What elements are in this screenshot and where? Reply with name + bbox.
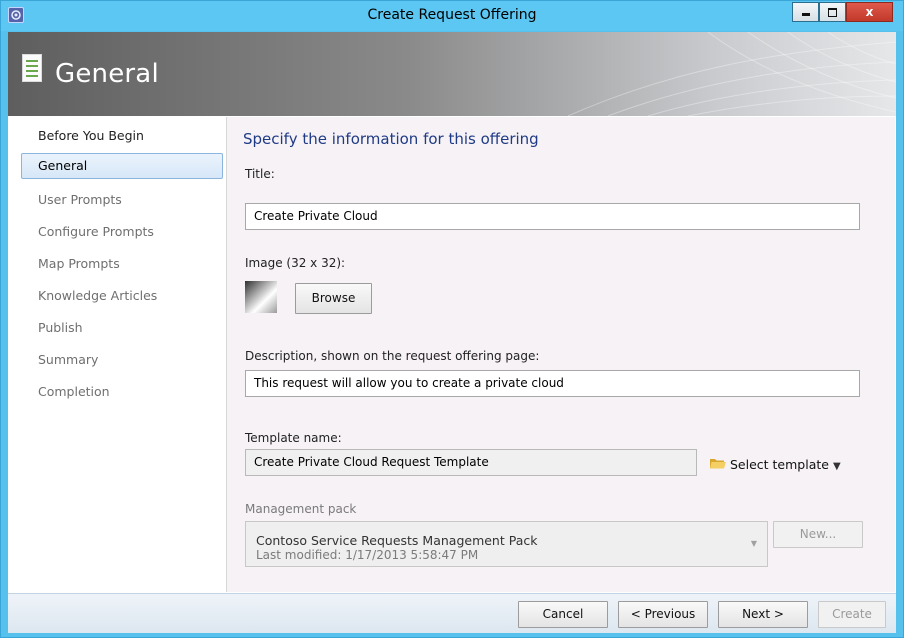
cancel-button[interactable]: Cancel [518,601,608,628]
document-icon [22,54,42,82]
title-input[interactable]: Create Private Cloud [245,203,860,230]
create-button: Create [818,601,886,628]
wizard-body: Before You Begin General User Prompts Co… [8,116,896,593]
section-heading: Specify the information for this offerin… [243,130,539,148]
select-template-dropdown[interactable]: Select template ▼ [709,455,841,475]
nav-item-configure-prompts[interactable]: Configure Prompts [22,219,221,245]
new-management-pack-button: New... [773,521,863,548]
dropdown-arrow-icon: ▼ [832,461,841,472]
browse-button[interactable]: Browse [295,283,372,314]
folder-icon [709,456,727,476]
title-bar[interactable]: Create Request Offering x [1,1,903,31]
management-pack-label: Management pack [245,502,357,516]
minimize-icon [801,13,810,16]
nav-item-user-prompts[interactable]: User Prompts [22,187,221,213]
management-pack-modified: Last modified: 1/17/2013 5:58:47 PM [256,548,479,562]
nav-item-completion[interactable]: Completion [22,379,221,405]
management-pack-select: Contoso Service Requests Management Pack… [245,521,768,567]
maximize-button[interactable] [819,2,846,22]
previous-button[interactable]: < Previous [618,601,708,628]
create-request-offering-window: Create Request Offering x General Before… [0,0,904,638]
page-title: General [55,59,159,89]
chevron-down-icon: ▼ [750,539,757,548]
nav-item-map-prompts[interactable]: Map Prompts [22,251,221,277]
nav-item-before-you-begin[interactable]: Before You Begin [22,123,221,149]
nav-item-summary[interactable]: Summary [22,347,221,373]
window-title: Create Request Offering [367,7,537,23]
content-pane: Specify the information for this offerin… [227,117,895,592]
minimize-button[interactable] [792,2,819,22]
title-label: Title: [245,167,275,181]
next-button[interactable]: Next > [718,601,808,628]
management-pack-name: Contoso Service Requests Management Pack [256,533,538,548]
close-button[interactable]: x [846,2,893,22]
select-template-label: Select template [730,457,829,472]
description-input[interactable]: This request will allow you to create a … [245,370,860,397]
nav-item-knowledge-articles[interactable]: Knowledge Articles [22,283,221,309]
description-label: Description, shown on the request offeri… [245,349,540,363]
template-name-field: Create Private Cloud Request Template [245,449,697,476]
wizard-steps-nav: Before You Begin General User Prompts Co… [9,117,227,592]
page-header-banner: General [8,32,896,116]
nav-item-general[interactable]: General [21,153,223,179]
wizard-footer: Cancel < Previous Next > Create [8,593,896,633]
nav-item-publish[interactable]: Publish [22,315,221,341]
template-name-label: Template name: [245,431,342,445]
image-preview [245,281,277,313]
maximize-icon [828,8,837,17]
image-label: Image (32 x 32): [245,256,346,270]
close-icon: x [865,5,874,19]
